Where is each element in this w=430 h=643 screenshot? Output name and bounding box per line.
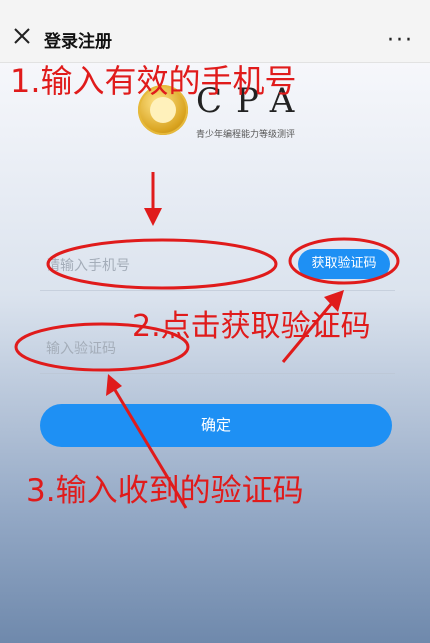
step1-annotation: 1.输入有效的手机号 <box>10 62 297 100</box>
phone-divider <box>40 290 395 291</box>
close-icon[interactable] <box>12 26 32 46</box>
more-icon[interactable]: ··· <box>387 28 414 53</box>
top-bar: 登录注册 ··· <box>0 0 430 63</box>
step2-annotation: 2.点击获取验证码 <box>132 309 371 344</box>
code-divider <box>40 373 395 374</box>
page-title: 登录注册 <box>44 32 112 52</box>
logo-subtext: 青少年编程能力等级测评 <box>196 130 296 140</box>
get-code-button[interactable]: 获取验证码 <box>298 249 390 279</box>
step3-annotation: 3.输入收到的验证码 <box>26 473 304 509</box>
login-content: CPA 青少年编程能力等级测评 获取验证码 确定 <box>0 63 430 643</box>
phone-input[interactable] <box>44 250 268 282</box>
confirm-button[interactable]: 确定 <box>40 404 392 447</box>
